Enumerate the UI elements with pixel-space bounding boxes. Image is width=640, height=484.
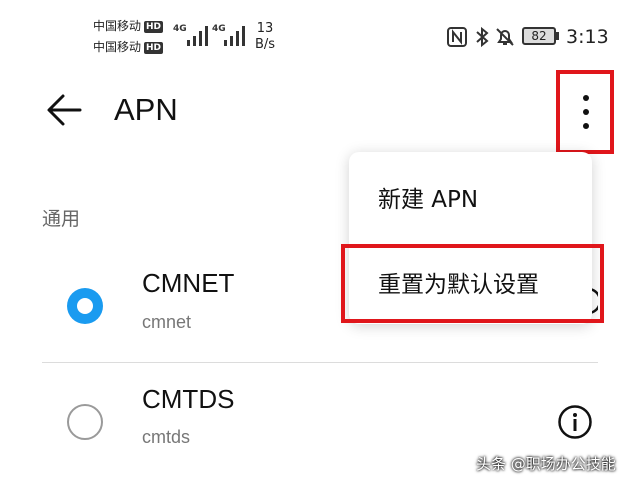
status-bar: 中国移动 HD 中国移动 HD 4G 4G 13 B/s 82 3:13 (0, 0, 640, 60)
radio-unselected[interactable] (67, 404, 103, 440)
radio-selected[interactable] (67, 288, 103, 324)
clock: 3:13 (566, 26, 609, 48)
apn-value: cmnet (142, 312, 192, 332)
carrier-1: 中国移动 HD (93, 19, 164, 33)
menu-item-new-apn[interactable]: 新建 APN (349, 180, 592, 214)
watermark: 头条 @职场办公技能 (476, 455, 616, 473)
bluetooth-icon (476, 26, 489, 48)
mute-bell-icon (496, 28, 514, 46)
more-vert-icon (583, 95, 589, 101)
battery-tip (556, 32, 559, 40)
back-arrow-icon[interactable] (44, 90, 84, 130)
more-options-button[interactable] (556, 70, 614, 154)
more-vert-icon-dot (583, 109, 589, 115)
more-vert-icon-dot (583, 123, 589, 129)
section-label-general: 通用 (42, 208, 81, 230)
info-icon[interactable] (557, 404, 593, 440)
highlight-box (341, 244, 604, 323)
apn-value: cmtds (142, 427, 191, 447)
nfc-icon (447, 27, 467, 47)
apn-name: CMNET (142, 268, 235, 298)
page-title: APN (114, 92, 178, 127)
network-speed: 13 B/s (255, 21, 276, 52)
carrier-2: 中国移动 HD (93, 40, 164, 54)
divider (42, 362, 598, 363)
battery-indicator: 82 (522, 27, 556, 45)
apn-name: CMTDS (142, 384, 235, 414)
